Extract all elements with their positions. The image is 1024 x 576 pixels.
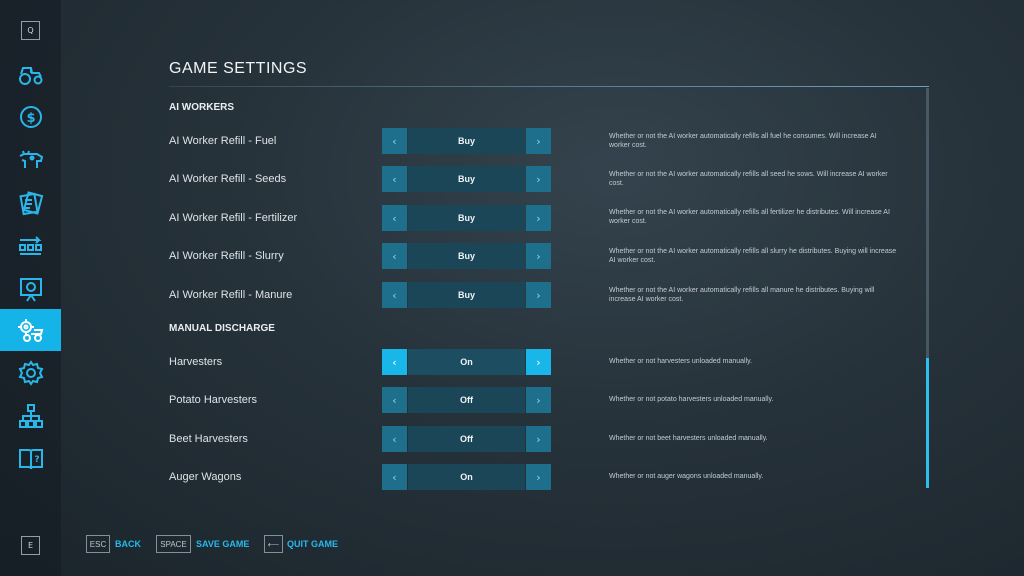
option-value[interactable]: Buy	[408, 128, 525, 154]
option-selector[interactable]: ‹ Buy ›	[382, 128, 551, 154]
save-game-button[interactable]: SAVE GAME	[196, 539, 249, 549]
option-selector[interactable]: ‹ Buy ›	[382, 205, 551, 231]
option-selector[interactable]: ‹ Off ›	[382, 387, 551, 413]
prev-page-key[interactable]: Q	[21, 21, 40, 40]
setting-description: Whether or not potato harvesters unloade…	[609, 396, 774, 403]
farm-settings-icon	[17, 319, 43, 342]
setting-row-ai-refill-fertilizer: AI Worker Refill - Fertilizer ‹ Buy › Wh…	[0, 205, 1024, 231]
chevron-right-icon[interactable]: ›	[526, 166, 551, 192]
backspace-key-hint[interactable]: ⟵	[264, 535, 283, 553]
setting-label: Potato Harvesters	[169, 394, 258, 406]
chevron-left-icon[interactable]: ‹	[382, 282, 407, 308]
chevron-left-icon[interactable]: ‹	[382, 166, 407, 192]
quit-game-button[interactable]: QUIT GAME	[287, 539, 338, 549]
setting-label: AI Worker Refill - Fuel	[169, 135, 277, 147]
option-value[interactable]: Off	[408, 426, 525, 452]
sidebar-item-vehicles[interactable]	[0, 53, 61, 95]
setting-row-potato-harvesters: Potato Harvesters ‹ Off › Whether or not…	[0, 387, 1024, 413]
option-value[interactable]: Buy	[408, 282, 525, 308]
setting-row-ai-refill-manure: AI Worker Refill - Manure ‹ Buy › Whethe…	[0, 282, 1024, 308]
setting-row-ai-refill-seeds: AI Worker Refill - Seeds ‹ Buy › Whether…	[0, 166, 1024, 192]
chevron-right-icon[interactable]: ›	[526, 387, 551, 413]
setting-label: Harvesters	[169, 356, 223, 368]
option-value[interactable]: Buy	[408, 166, 525, 192]
setting-label: Auger Wagons	[169, 471, 242, 483]
setting-description: Whether or not harvesters unloaded manua…	[609, 358, 753, 365]
option-value[interactable]: Off	[408, 387, 525, 413]
title-divider	[169, 86, 929, 87]
chevron-left-icon[interactable]: ‹	[382, 205, 407, 231]
next-page-key[interactable]: E	[21, 536, 40, 555]
svg-text:$: $	[26, 111, 35, 126]
option-value[interactable]: On	[408, 349, 525, 375]
option-selector[interactable]: ‹ On ›	[382, 464, 551, 490]
setting-description: Whether or not the AI worker automatical…	[609, 209, 890, 225]
setting-label: AI Worker Refill - Manure	[169, 289, 293, 301]
option-value[interactable]: On	[408, 464, 525, 490]
chevron-right-icon[interactable]: ›	[526, 128, 551, 154]
chevron-left-icon[interactable]: ‹	[382, 464, 407, 490]
chevron-left-icon[interactable]: ‹	[382, 349, 407, 375]
chevron-right-icon[interactable]: ›	[526, 282, 551, 308]
setting-description: Whether or not auger wagons unloaded man…	[609, 473, 764, 480]
chevron-left-icon[interactable]: ‹	[382, 243, 407, 269]
chevron-right-icon[interactable]: ›	[526, 243, 551, 269]
setting-row-ai-refill-fuel: AI Worker Refill - Fuel ‹ Buy › Whether …	[0, 128, 1024, 154]
option-selector[interactable]: ‹ Buy ›	[382, 243, 551, 269]
setting-row-auger-wagons: Auger Wagons ‹ On › Whether or not auger…	[0, 464, 1024, 490]
esc-key-hint[interactable]: ESC	[86, 535, 110, 553]
section-title-ai-workers: AI WORKERS	[169, 102, 234, 113]
chevron-right-icon[interactable]: ›	[526, 349, 551, 375]
setting-row-ai-refill-slurry: AI Worker Refill - Slurry ‹ Buy › Whethe…	[0, 243, 1024, 269]
tractor-icon	[18, 67, 42, 85]
dollar-icon: $	[19, 106, 42, 128]
option-selector[interactable]: ‹ Off ›	[382, 426, 551, 452]
setting-description: Whether or not beet harvesters unloaded …	[609, 435, 768, 442]
chevron-left-icon[interactable]: ‹	[382, 128, 407, 154]
setting-description: Whether or not the AI worker automatical…	[609, 171, 888, 187]
option-selector-focused[interactable]: ‹ On ›	[382, 349, 551, 375]
setting-label: AI Worker Refill - Slurry	[169, 250, 284, 262]
setting-label: AI Worker Refill - Seeds	[169, 173, 287, 185]
setting-description: Whether or not the AI worker automatical…	[609, 248, 897, 264]
setting-label: AI Worker Refill - Fertilizer	[169, 212, 298, 224]
setting-row-beet-harvesters: Beet Harvesters ‹ Off › Whether or not b…	[0, 426, 1024, 452]
back-button[interactable]: BACK	[115, 539, 141, 549]
sidebar-item-game-settings[interactable]	[0, 309, 61, 351]
option-selector[interactable]: ‹ Buy ›	[382, 166, 551, 192]
option-value[interactable]: Buy	[408, 205, 525, 231]
chevron-left-icon[interactable]: ‹	[382, 387, 407, 413]
setting-label: Beet Harvesters	[169, 433, 248, 445]
option-selector[interactable]: ‹ Buy ›	[382, 282, 551, 308]
space-key-hint[interactable]: SPACE	[156, 535, 191, 553]
chevron-right-icon[interactable]: ›	[526, 426, 551, 452]
section-title-manual-discharge: MANUAL DISCHARGE	[169, 323, 275, 334]
setting-description: Whether or not the AI worker automatical…	[609, 133, 877, 149]
option-value[interactable]: Buy	[408, 243, 525, 269]
chevron-right-icon[interactable]: ›	[526, 205, 551, 231]
setting-description: Whether or not the AI worker automatical…	[609, 287, 875, 303]
chevron-right-icon[interactable]: ›	[526, 464, 551, 490]
setting-row-harvesters: Harvesters ‹ On › Whether or not harvest…	[0, 349, 1024, 375]
chevron-left-icon[interactable]: ‹	[382, 426, 407, 452]
page-title: GAME SETTINGS	[169, 60, 308, 77]
